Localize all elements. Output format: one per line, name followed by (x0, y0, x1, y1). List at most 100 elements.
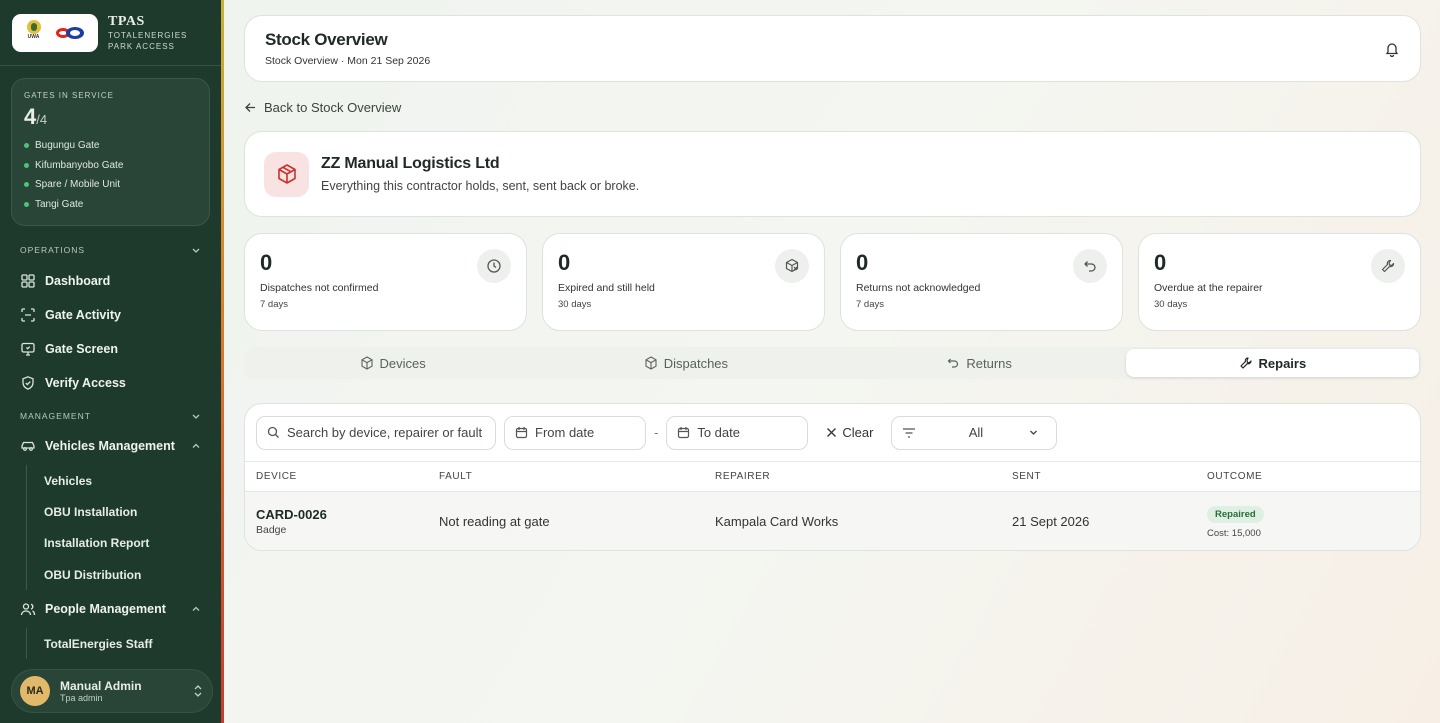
nav-obu-installation[interactable]: OBU Installation (27, 496, 221, 527)
status-dot-icon (24, 182, 29, 188)
nav-totalenergies-staff[interactable]: TotalEnergies Staff (27, 628, 221, 659)
avatar: MA (20, 676, 50, 706)
gates-total: /4 (36, 112, 48, 127)
brand-title: TPAS (108, 13, 145, 29)
undo-icon (948, 358, 959, 368)
gate-item: Spare / Mobile Unit (24, 175, 197, 195)
column-header[interactable]: DEVICE (245, 471, 439, 482)
from-date-input[interactable]: From date (504, 415, 646, 450)
stat-card-expired[interactable]: 0 Expired and still held 30 days (542, 233, 825, 331)
stats-row: 0 Dispatches not confirmed 7 days 0 Expi… (244, 233, 1421, 331)
search-icon (267, 426, 279, 438)
package-icon (645, 356, 657, 370)
chevron-up-icon (192, 443, 200, 448)
bell-icon[interactable] (1384, 41, 1400, 57)
page-subtitle: Stock Overview · Mon 21 Sep 2026 (265, 55, 431, 67)
status-dot-icon (24, 162, 29, 168)
contractor-card: ZZ Manual Logistics Ltd Everything this … (244, 131, 1421, 217)
contractor-description: Everything this contractor holds, sent, … (321, 179, 640, 193)
status-dot-icon (24, 201, 29, 207)
gates-in-service-card: GATES IN SERVICE 4/4 Bugungu Gate Kifumb… (11, 78, 210, 226)
gate-item: Tangi Gate (24, 195, 197, 215)
column-header[interactable]: FAULT (439, 471, 715, 482)
nav-dashboard[interactable]: Dashboard (0, 264, 221, 298)
status-badge: Repaired (1207, 505, 1264, 523)
user-role: Tpa admin (60, 693, 103, 703)
stat-card-returns[interactable]: 0 Returns not acknowledged 7 days (840, 233, 1123, 331)
date-range-separator: - (654, 425, 659, 440)
tab-devices[interactable]: Devices (246, 349, 539, 377)
nav-gate-screen[interactable]: Gate Screen (0, 332, 221, 366)
table-header: DEVICE FAULT REPAIRER SENT OUTCOME (245, 461, 1420, 492)
package-x-icon (775, 249, 809, 283)
user-name: Manual Admin (60, 679, 142, 693)
nav-obu-distribution[interactable]: OBU Distribution (27, 559, 221, 590)
undo-icon (1073, 249, 1107, 283)
clear-button[interactable]: Clear (826, 425, 873, 440)
shield-check-icon (22, 376, 34, 390)
main-content: Stock Overview Stock Overview · Mon 21 S… (244, 0, 1421, 551)
chevron-down-icon (192, 414, 200, 419)
package-icon (264, 151, 309, 197)
chevron-down-icon (192, 248, 200, 253)
column-header[interactable]: SENT (1012, 471, 1207, 482)
back-link[interactable]: Back to Stock Overview (244, 98, 1421, 116)
page-title: Stock Overview (265, 30, 388, 49)
to-date-input[interactable]: To date (666, 415, 809, 450)
users-icon (20, 603, 36, 616)
package-icon (360, 356, 373, 370)
nav-vehicles-management[interactable]: Vehicles Management (0, 429, 221, 463)
tab-dispatches[interactable]: Dispatches (539, 349, 832, 377)
nav-vehicles[interactable]: Vehicles (27, 465, 221, 496)
clock-icon (477, 249, 511, 283)
user-menu[interactable]: MA Manual Admin Tpa admin (11, 669, 213, 713)
page-header: Stock Overview Stock Overview · Mon 21 S… (244, 15, 1421, 82)
chevron-down-icon (1030, 430, 1038, 435)
device-id: CARD-0026 (256, 506, 327, 522)
status-dot-icon (24, 143, 29, 149)
column-header[interactable]: OUTCOME (1207, 471, 1420, 482)
calendar-icon (515, 427, 528, 439)
gates-count: 4 (24, 104, 37, 129)
brand-subtitle-1: TOTALENERGIES (108, 30, 188, 40)
brand: UWA TPAS TOTALENERGIES PARK ACCESS (0, 0, 221, 66)
table-row[interactable]: CARD-0026 Badge Not reading at gate Kamp… (245, 492, 1420, 550)
stat-card-repairs[interactable]: 0 Overdue at the repairer 30 days (1138, 233, 1421, 331)
column-header[interactable]: REPAIRER (715, 471, 1012, 482)
nav-verify-access[interactable]: Verify Access (0, 366, 221, 400)
stat-card-dispatches[interactable]: 0 Dispatches not confirmed 7 days (244, 233, 527, 331)
status-filter-select[interactable]: All (891, 415, 1058, 450)
brand-logo[interactable]: UWA (12, 13, 98, 52)
close-icon (827, 428, 837, 437)
gates-label: GATES IN SERVICE (24, 91, 114, 100)
chevrons-up-down-icon (194, 685, 202, 697)
section-management[interactable]: MANAGEMENT (0, 408, 221, 424)
repairer-cell: Kampala Card Works (715, 513, 839, 529)
tab-returns[interactable]: Returns (833, 349, 1126, 377)
monitor-icon (21, 342, 35, 356)
gate-item: Bugungu Gate (24, 136, 197, 156)
grid-icon (21, 274, 35, 288)
filter-icon (903, 427, 916, 438)
wrench-icon (1371, 249, 1405, 283)
car-icon (21, 441, 35, 451)
nav-installation-report[interactable]: Installation Report (27, 528, 221, 559)
nav-people-management[interactable]: People Management (0, 592, 221, 626)
section-operations[interactable]: OPERATIONS (0, 242, 221, 258)
contractor-name: ZZ Manual Logistics Ltd (321, 155, 500, 172)
brand-subtitle-2: PARK ACCESS (108, 41, 175, 51)
filter-bar: Search by device, repairer or fault From… (245, 404, 1420, 461)
fault-cell: Not reading at gate (439, 513, 550, 529)
tabs: Devices Dispatches Returns Repairs (244, 347, 1421, 379)
wrench-icon (1239, 357, 1252, 369)
totalenergies-logo-icon (54, 23, 88, 43)
search-input[interactable]: Search by device, repairer or fault (256, 415, 496, 450)
nav-gate-activity[interactable]: Gate Activity (0, 298, 221, 332)
scan-icon (21, 308, 35, 322)
sidebar: UWA TPAS TOTALENERGIES PARK ACCESS GATES… (0, 0, 224, 723)
device-type: Badge (256, 523, 287, 536)
tab-repairs[interactable]: Repairs (1125, 349, 1419, 377)
arrow-left-icon (245, 102, 255, 112)
calendar-icon (678, 427, 690, 439)
sent-cell: 21 Sept 2026 (1012, 513, 1090, 529)
